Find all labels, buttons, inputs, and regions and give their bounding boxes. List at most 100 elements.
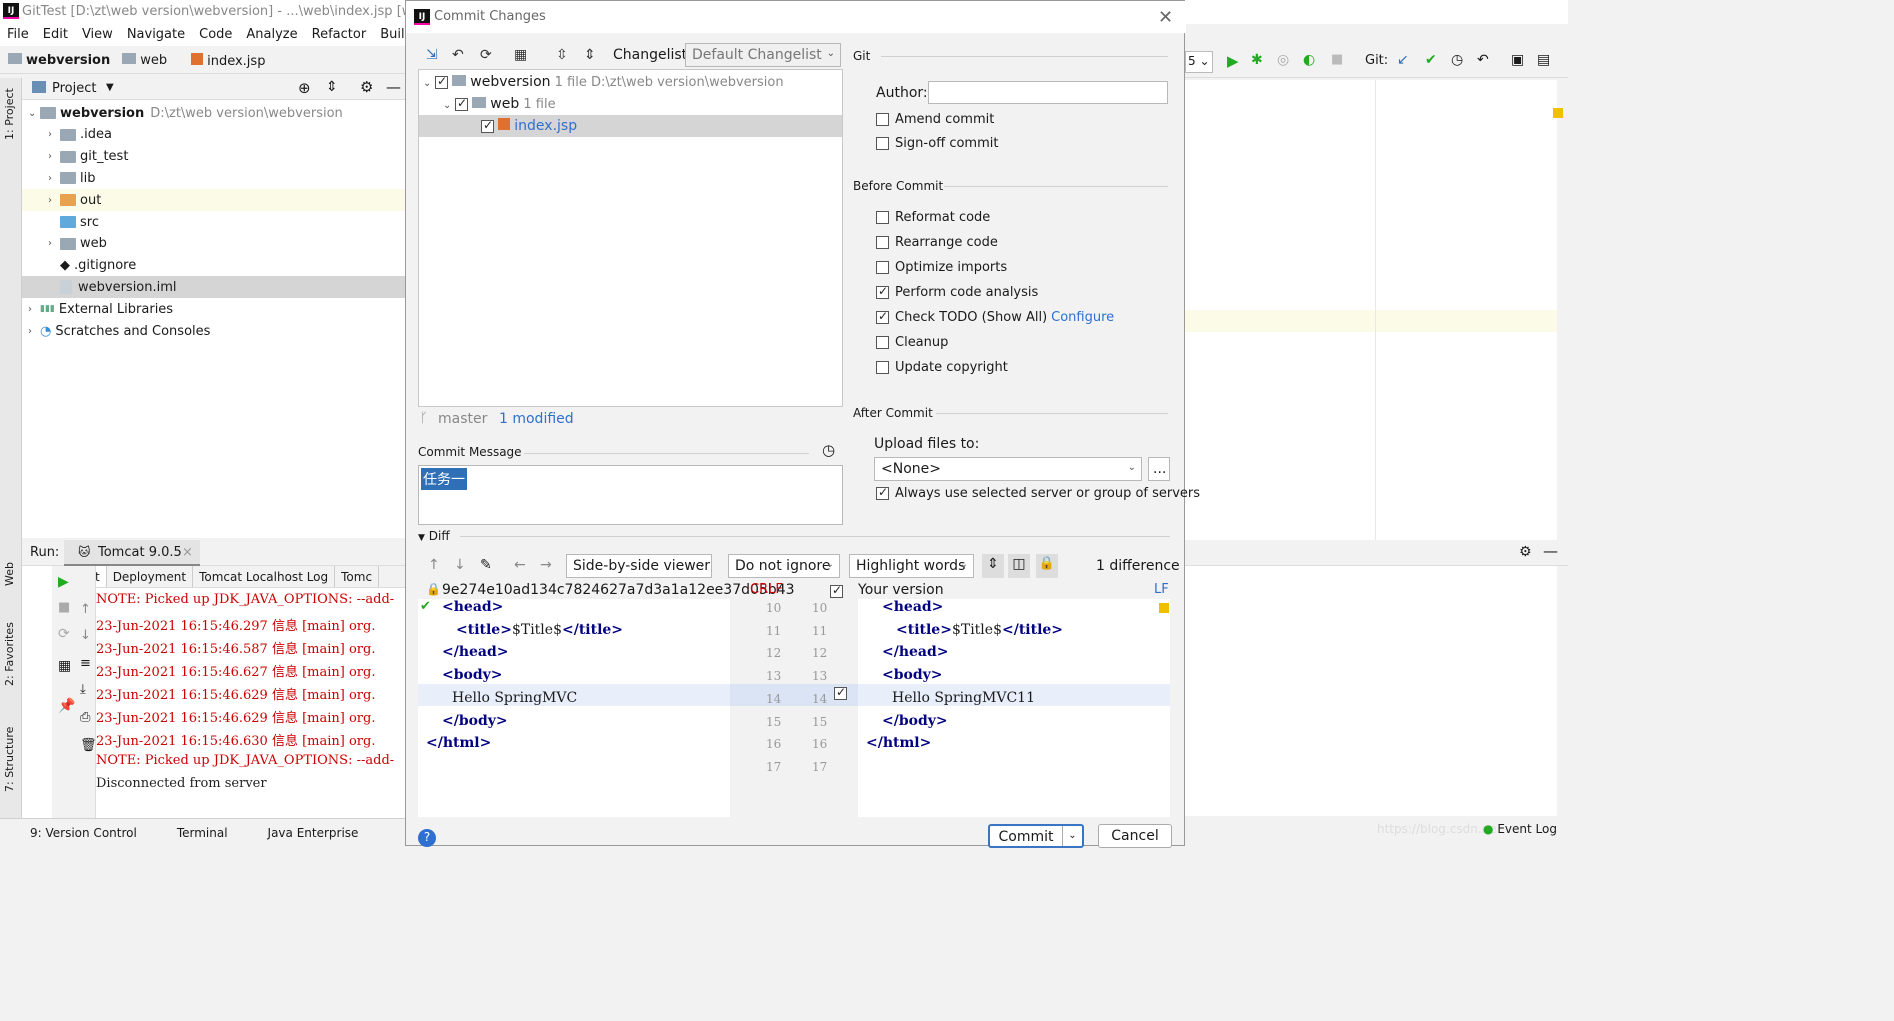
project-structure-icon[interactable]: ▣ [1511,52,1524,68]
print-icon[interactable]: ⎙ [80,710,90,725]
expand-all-icon[interactable]: ⇳ [556,47,568,63]
rollback-icon[interactable]: ↶ [1477,52,1489,68]
changelist-combo[interactable]: Default Changelist ⌄ [685,43,841,67]
help-icon[interactable]: ? [418,829,436,847]
nav-file[interactable]: index.jsp [191,52,277,69]
menu-edit[interactable]: Edit [36,24,75,46]
project-tree-item[interactable]: ⌄ webversion D:\zt\web version\webversion [22,102,410,124]
before-commit-option[interactable]: Rearrange code [876,235,998,250]
refresh-icon[interactable]: ⟳ [480,47,492,63]
collapse-all-icon[interactable]: ⇕ [584,47,596,63]
run-config-combo[interactable]: 5 ⌄ [1185,51,1213,73]
project-tree-item[interactable]: › .idea [22,124,410,146]
bottom-tab[interactable]: 9: Version Control [30,826,137,840]
option-checkbox[interactable] [876,284,889,299]
debug-icon[interactable]: ✱ [1251,52,1263,68]
chevron-down-icon[interactable]: ▼ [106,82,114,93]
scroll-end-icon[interactable]: ⤓ [80,682,86,697]
tree-folder[interactable]: ⌄ web 1 file [443,96,556,112]
tree-file[interactable]: index.jsp [481,118,577,134]
project-tree-item[interactable]: › lib [22,167,410,189]
before-commit-option[interactable]: Update copyright [876,360,1008,375]
author-input[interactable] [928,81,1168,104]
tree-root[interactable]: ⌄ webversion 1 file D:\zt\web version\we… [423,74,784,90]
before-commit-option[interactable]: Optimize imports [876,260,1007,275]
trash-icon[interactable]: 🗑 [80,738,97,753]
diff-section-label[interactable]: ▼ Diff [418,529,450,543]
file-checkbox[interactable] [481,118,494,133]
nav-folder[interactable]: web [122,53,179,68]
run-tab[interactable]: Tomc [335,566,380,587]
rerun-icon[interactable]: ▶ [58,574,69,590]
menu-code[interactable]: Code [192,24,239,46]
menu-analyze[interactable]: Analyze [239,24,304,46]
expand-arrow-icon[interactable]: › [48,129,60,140]
before-commit-option[interactable]: Cleanup [876,335,948,350]
sync-scroll-icon[interactable]: ◫ [1008,554,1030,578]
menu-refactor[interactable]: Refactor [305,24,374,46]
commit-message-input[interactable]: 任务一 [418,465,843,525]
edit-icon[interactable]: ✎ [480,557,492,573]
option-checkbox[interactable] [876,236,889,249]
upload-combo[interactable]: <None> ⌄ [874,457,1142,481]
collapse-unchanged-icon[interactable]: ⇕ [982,554,1004,578]
favorites-tool-tab[interactable]: 2: Favorites [3,622,16,686]
folder-checkbox[interactable] [455,96,468,111]
git-update-icon[interactable]: ↙ [1397,52,1409,68]
expand-arrow-icon[interactable]: ⌄ [28,108,40,119]
run-icon[interactable]: ▶ [1227,52,1239,70]
rollback-icon[interactable]: ↶ [452,47,464,63]
option-checkbox[interactable] [876,309,889,324]
next-file-icon[interactable]: → [540,557,552,573]
before-commit-option[interactable]: Perform code analysis [876,284,1038,300]
hide-icon[interactable]: — [386,78,401,96]
include-change-checkbox[interactable] [834,685,847,700]
next-diff-icon[interactable]: ↓ [454,557,466,573]
restart-icon[interactable]: ⟳ [58,626,70,642]
project-tree-item[interactable]: › ◔ Scratches and Consoles [22,320,410,342]
soft-wrap-icon[interactable]: ≡ [80,656,91,671]
profile-icon[interactable]: ◐ [1303,52,1315,68]
before-commit-option[interactable]: Reformat code [876,210,990,225]
nav-project[interactable]: webversion [8,53,110,68]
pin-icon[interactable]: 📌 [58,698,75,714]
root-checkbox[interactable] [435,74,448,89]
project-tree-item[interactable]: webversion.iml [22,276,410,299]
option-checkbox[interactable] [876,336,889,349]
menu-file[interactable]: File [0,24,36,46]
arrow-up-icon[interactable]: ↑ [80,602,91,617]
group-by-icon[interactable]: ▦ [514,47,527,63]
prev-diff-icon[interactable]: ↑ [428,557,440,573]
project-tree-item[interactable]: src [22,211,410,233]
event-log[interactable]: ● Event Log [1483,822,1557,836]
expand-arrow-icon[interactable]: › [28,326,40,337]
option-checkbox[interactable] [876,261,889,274]
git-commit-icon[interactable]: ✔ [1425,52,1437,68]
hide-icon[interactable]: — [1543,542,1558,560]
expand-arrow-icon[interactable]: › [48,173,60,184]
run-tab[interactable]: Deployment [107,566,194,587]
stop-icon[interactable]: ■ [58,600,70,615]
run-config-tab[interactable]: Tomcat 9.0.5 [98,545,182,560]
locate-icon[interactable]: ⊕ [298,79,311,97]
expand-arrow-icon[interactable]: › [48,195,60,206]
web-tool-tab[interactable]: Web [3,562,16,586]
close-icon[interactable]: ✕ [1158,7,1173,28]
highlight-combo[interactable]: Highlight words ⌄ [849,554,974,578]
run-tab[interactable]: Tomcat Localhost Log [193,566,336,587]
menu-view[interactable]: View [75,24,120,46]
option-checkbox[interactable] [876,211,889,224]
diff-right-pane[interactable]: <head> <title>$Title$</title> </head> <body… [858,599,1170,817]
show-diff-icon[interactable]: ⇲ [426,47,438,63]
structure-tool-tab[interactable]: 7: Structure [3,727,16,792]
expand-arrow-icon[interactable]: › [48,151,60,162]
project-tree-item[interactable]: › git_test [22,146,410,168]
always-use-option[interactable]: Always use selected server or group of s… [876,485,1200,501]
commit-button[interactable]: Commit ⌄ [988,824,1084,848]
gear-icon[interactable]: ⚙ [360,78,373,96]
arrow-down-icon[interactable]: ↓ [80,628,91,643]
lock-icon[interactable]: 🔒 [1036,554,1058,578]
diff-left-pane[interactable]: <head> <title>$Title$</title> </head> <body… [418,599,730,817]
close-icon[interactable]: × [182,545,193,560]
project-panel-title[interactable]: Project [52,81,96,96]
